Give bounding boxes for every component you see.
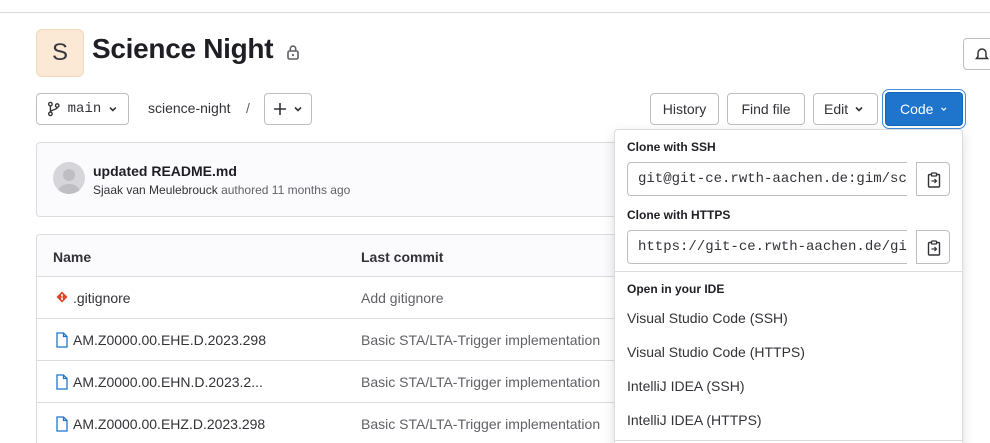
branch-selector[interactable]: main xyxy=(36,93,129,125)
top-divider xyxy=(0,12,990,13)
file-last-commit-link[interactable]: Add gitignore xyxy=(361,290,444,306)
copy-https-url-button[interactable] xyxy=(916,230,950,264)
open-vscode-https-item[interactable]: Visual Studio Code (HTTPS) xyxy=(627,344,805,360)
file-name-link[interactable]: AM.Z0000.00.EHE.D.2023.298 xyxy=(73,332,266,348)
file-name-link[interactable]: AM.Z0000.00.EHN.D.2023.2... xyxy=(73,374,263,390)
clipboard-icon xyxy=(927,240,941,256)
chevron-down-icon xyxy=(294,106,302,112)
code-dropdown-button[interactable]: Code xyxy=(885,92,963,126)
plus-icon xyxy=(274,103,286,115)
table-row[interactable]: AM.Z0000.00.EHZ.D.2023.298 Basic STA/LTA… xyxy=(37,403,635,443)
dropdown-divider xyxy=(615,271,962,272)
edit-dropdown-button[interactable]: Edit xyxy=(813,93,878,125)
file-name-link[interactable]: .gitignore xyxy=(73,290,131,306)
dropdown-divider xyxy=(615,440,962,441)
clone-ssh-heading: Clone with SSH xyxy=(627,140,716,154)
column-header-name: Name xyxy=(53,249,92,265)
code-dropdown-menu: Clone with SSH git@git-ce.rwth-aachen.de… xyxy=(614,129,963,443)
branch-icon xyxy=(47,101,60,117)
breadcrumb-separator: / xyxy=(246,100,250,116)
project-avatar[interactable]: S xyxy=(36,29,84,77)
column-header-last-commit: Last commit xyxy=(361,249,444,265)
open-vscode-ssh-item[interactable]: Visual Studio Code (SSH) xyxy=(627,310,788,326)
commit-author-link[interactable]: Sjaak van Meulebrouck xyxy=(93,183,218,197)
find-file-button[interactable]: Find file xyxy=(727,93,805,125)
file-table: Name Last commit .gitignore Add gitignor… xyxy=(36,234,636,443)
project-title[interactable]: Science Night xyxy=(92,33,274,65)
commit-action: authored xyxy=(221,183,269,197)
file-icon xyxy=(56,332,68,348)
file-last-commit-link[interactable]: Basic STA/LTA-Trigger implementation xyxy=(361,332,600,348)
branch-label: main xyxy=(67,101,102,117)
open-intellij-https-item[interactable]: IntelliJ IDEA (HTTPS) xyxy=(627,412,762,428)
clipboard-icon xyxy=(927,172,941,188)
open-intellij-ssh-item[interactable]: IntelliJ IDEA (SSH) xyxy=(627,378,744,394)
chevron-down-icon xyxy=(109,106,117,112)
code-label: Code xyxy=(900,101,934,117)
add-dropdown-button[interactable] xyxy=(264,93,312,125)
history-button[interactable]: History xyxy=(650,93,719,125)
file-icon xyxy=(56,374,68,390)
table-row[interactable]: AM.Z0000.00.EHE.D.2023.298 Basic STA/LTA… xyxy=(37,319,635,361)
table-row[interactable]: AM.Z0000.00.EHN.D.2023.2... Basic STA/LT… xyxy=(37,361,635,403)
file-last-commit-link[interactable]: Basic STA/LTA-Trigger implementation xyxy=(361,374,600,390)
chevron-down-icon xyxy=(855,106,863,112)
edit-label: Edit xyxy=(824,101,849,117)
clone-ssh-url-field[interactable]: git@git-ce.rwth-aachen.de:gim/sc xyxy=(627,162,907,196)
lock-icon xyxy=(287,45,299,60)
author-avatar[interactable] xyxy=(53,162,85,194)
table-row[interactable]: .gitignore Add gitignore xyxy=(37,277,635,319)
clone-https-url-field[interactable]: https://git-ce.rwth-aachen.de/gi xyxy=(627,230,907,264)
table-header: Name Last commit xyxy=(37,235,635,277)
file-name-link[interactable]: AM.Z0000.00.EHZ.D.2023.298 xyxy=(73,416,265,432)
copy-ssh-url-button[interactable] xyxy=(916,162,950,196)
file-last-commit-link[interactable]: Basic STA/LTA-Trigger implementation xyxy=(361,416,600,432)
commit-meta: Sjaak van Meulebrouck authored 11 months… xyxy=(93,183,350,197)
user-silhouette-icon xyxy=(58,169,80,194)
bell-icon xyxy=(975,48,989,60)
open-in-ide-heading: Open in your IDE xyxy=(627,282,725,296)
last-commit-panel: updated README.md Sjaak van Meulebrouck … xyxy=(36,142,636,217)
breadcrumb-project-path[interactable]: science-night xyxy=(148,100,231,116)
commit-time: 11 months ago xyxy=(271,183,351,197)
commit-message-link[interactable]: updated README.md xyxy=(93,163,237,179)
file-icon xyxy=(56,416,68,432)
git-icon xyxy=(56,291,68,303)
chevron-down-icon xyxy=(941,107,947,111)
clone-https-heading: Clone with HTTPS xyxy=(627,208,731,222)
notifications-button[interactable] xyxy=(963,38,990,70)
